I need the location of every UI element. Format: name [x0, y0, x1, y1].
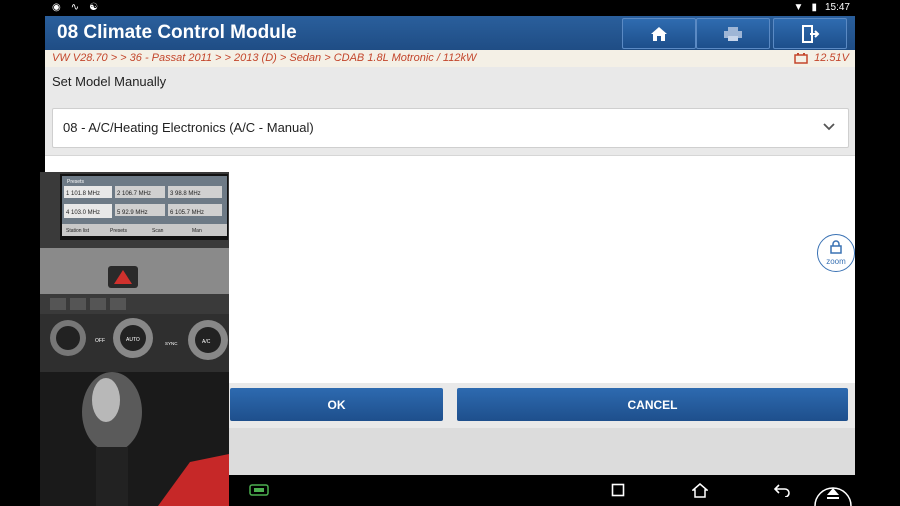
home-button[interactable]	[622, 18, 696, 49]
lock-icon	[830, 240, 842, 254]
zoom-label: zoom	[826, 257, 846, 266]
exit-icon	[802, 24, 820, 43]
dashboard-photo: Presets 1 101.8 MHz 2 106.7 MHz 3 98.8 M…	[40, 172, 229, 506]
cancel-button[interactable]: CANCEL	[457, 388, 848, 421]
radio-tab-presets: Presets	[110, 228, 127, 234]
collapse-icon[interactable]	[811, 482, 855, 506]
preset-4: 4 103.0 MHz	[66, 210, 100, 216]
climate-off: OFF	[95, 338, 105, 344]
eye-icon: ◉	[52, 2, 61, 13]
preset-1: 1 101.8 MHz	[66, 191, 100, 197]
preset-2: 2 106.7 MHz	[117, 191, 151, 197]
ok-button[interactable]: OK	[230, 388, 443, 421]
preset-6: 6 105.7 MHz	[170, 210, 204, 216]
home-icon	[651, 26, 667, 41]
section-label: Set Model Manually	[52, 74, 167, 89]
chevron-down-icon	[823, 123, 835, 131]
print-icon	[724, 26, 742, 41]
breadcrumb: VW V28.70 > > 36 - Passat 2011 > > 2013 …	[45, 50, 855, 67]
climate-sync: SYNC	[165, 341, 178, 346]
recents-icon[interactable]	[611, 483, 625, 497]
selected-option: 08 - A/C/Heating Electronics (A/C - Manu…	[63, 120, 314, 135]
preset-5: 5 92.9 MHz	[117, 210, 148, 216]
exit-button[interactable]	[773, 18, 847, 49]
radio-tab-scan: Scan	[152, 228, 164, 234]
radio-tab-man: Man	[192, 228, 202, 234]
title-bar: 08 Climate Control Module	[45, 16, 855, 50]
inset-photo: Presets 1 101.8 MHz 2 106.7 MHz 3 98.8 M…	[40, 172, 229, 506]
breadcrumb-path: VW V28.70 > > 36 - Passat 2011 > > 2013 …	[52, 52, 477, 64]
usb-icon: ☯	[89, 2, 99, 13]
climate-ac: A/C	[202, 339, 211, 345]
status-bar: ◉ ∿ ☯ ▼ ▮ 15:47	[0, 0, 900, 16]
radio-header: Presets	[67, 179, 84, 185]
model-select[interactable]: 08 - A/C/Heating Electronics (A/C - Manu…	[52, 108, 849, 148]
battery-voltage: 12.51V	[814, 52, 849, 64]
vci-icon[interactable]	[248, 483, 270, 497]
zoom-button[interactable]: zoom	[817, 234, 855, 272]
climate-auto: AUTO	[126, 337, 140, 343]
wifi-icon: ▼	[793, 2, 804, 13]
clock: 15:47	[824, 2, 850, 13]
debug-icon: ∿	[70, 2, 80, 13]
back-icon[interactable]	[773, 483, 791, 497]
radio-tab-stations: Station list	[66, 228, 90, 234]
home-nav-icon[interactable]	[692, 483, 708, 498]
car-battery-icon	[794, 52, 808, 64]
page-title: 08 Climate Control Module	[57, 22, 297, 43]
battery-icon: ▮	[811, 2, 817, 13]
battery-status: 12.51V	[794, 52, 849, 64]
preset-3: 3 98.8 MHz	[170, 191, 201, 197]
print-button[interactable]	[696, 18, 770, 49]
